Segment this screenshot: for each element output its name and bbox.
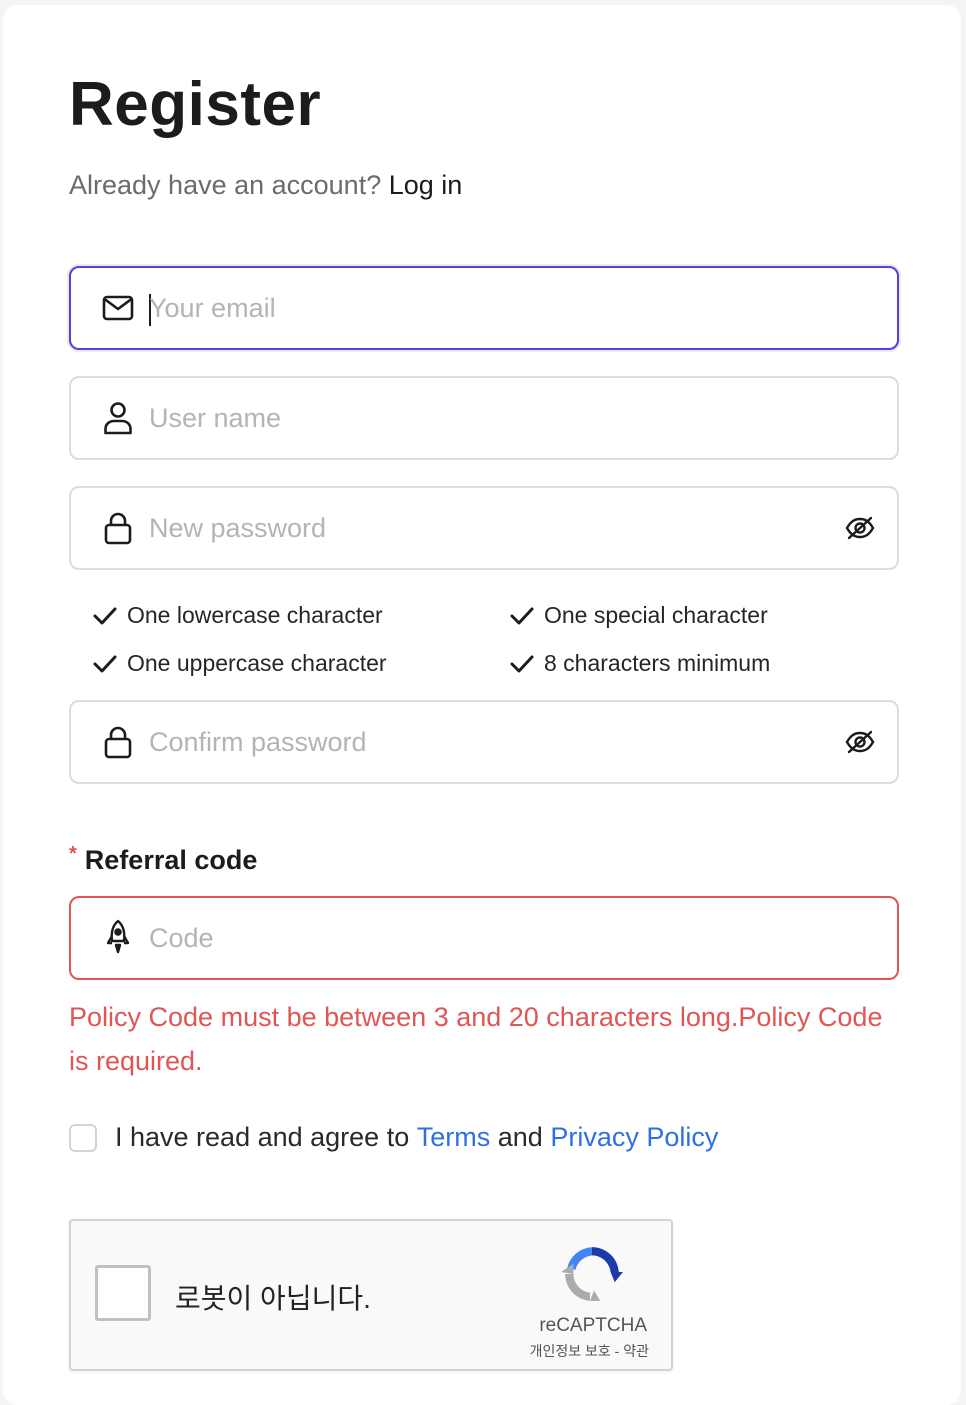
recaptcha-terms-link[interactable]: 약관 [623,1343,649,1359]
new-password-field[interactable] [69,486,899,570]
requirement-label: One lowercase character [127,602,383,628]
username-field[interactable] [69,376,899,460]
login-prompt: Already have an account? Log in [69,170,462,201]
referral-code-input[interactable] [149,898,809,978]
agreement-row: I have read and agree to Terms and Priva… [69,1122,718,1153]
confirm-password-field[interactable] [69,700,899,784]
login-prompt-text: Already have an account? [69,170,382,200]
requirement-label: 8 characters minimum [544,650,771,676]
recaptcha-label: 로봇이 아닙니다. [175,1283,371,1314]
recaptcha-logo-icon [561,1247,623,1301]
register-card: Register Already have an account? Log in [3,5,961,1405]
referral-code-field[interactable] [69,896,899,980]
recaptcha-checkbox[interactable] [95,1265,151,1321]
email-field[interactable] [69,266,899,350]
referral-code-label: * Referral code [69,843,258,876]
privacy-policy-link[interactable]: Privacy Policy [550,1122,718,1153]
check-icon [510,655,534,672]
lock-icon [101,725,135,759]
eye-off-icon[interactable] [843,511,877,545]
referral-label-text: Referral code [84,845,258,875]
recaptcha-privacy-link[interactable]: 개인정보 보호 [530,1343,611,1359]
lock-icon [101,511,135,545]
recaptcha-widget: 로봇이 아닙니다. reCAPTCHA 개인정보 보호 - 약관 [69,1219,673,1371]
recaptcha-links: 개인정보 보호 - 약관 [530,1341,649,1361]
username-input[interactable] [149,378,809,458]
requirement-label: One special character [544,602,768,628]
eye-off-icon[interactable] [843,725,877,759]
confirm-password-input[interactable] [149,702,809,782]
referral-error-message: Policy Code must be between 3 and 20 cha… [69,1002,883,1076]
requirement-item: One special character [510,602,768,629]
new-password-input[interactable] [149,488,809,568]
requirement-label: One uppercase character [127,650,387,676]
recaptcha-brand: reCAPTCHA [539,1315,647,1336]
email-input[interactable] [149,268,809,348]
page-title: Register [69,70,322,139]
check-icon [510,607,534,624]
terms-link[interactable]: Terms [417,1122,491,1153]
agreement-text: I have read and agree to [115,1122,410,1152]
login-link[interactable]: Log in [389,170,463,200]
user-icon [101,401,135,435]
requirement-item: One uppercase character [93,650,387,677]
agreement-conjunction: and [497,1122,543,1152]
rocket-icon [101,919,135,955]
agree-checkbox[interactable] [69,1123,97,1152]
check-icon [93,655,117,672]
requirement-item: 8 characters minimum [510,650,770,677]
envelope-icon [101,291,135,325]
check-icon [93,607,117,624]
required-marker: * [69,843,77,865]
requirement-item: One lowercase character [93,602,383,629]
recaptcha-separator: - [614,1343,620,1359]
